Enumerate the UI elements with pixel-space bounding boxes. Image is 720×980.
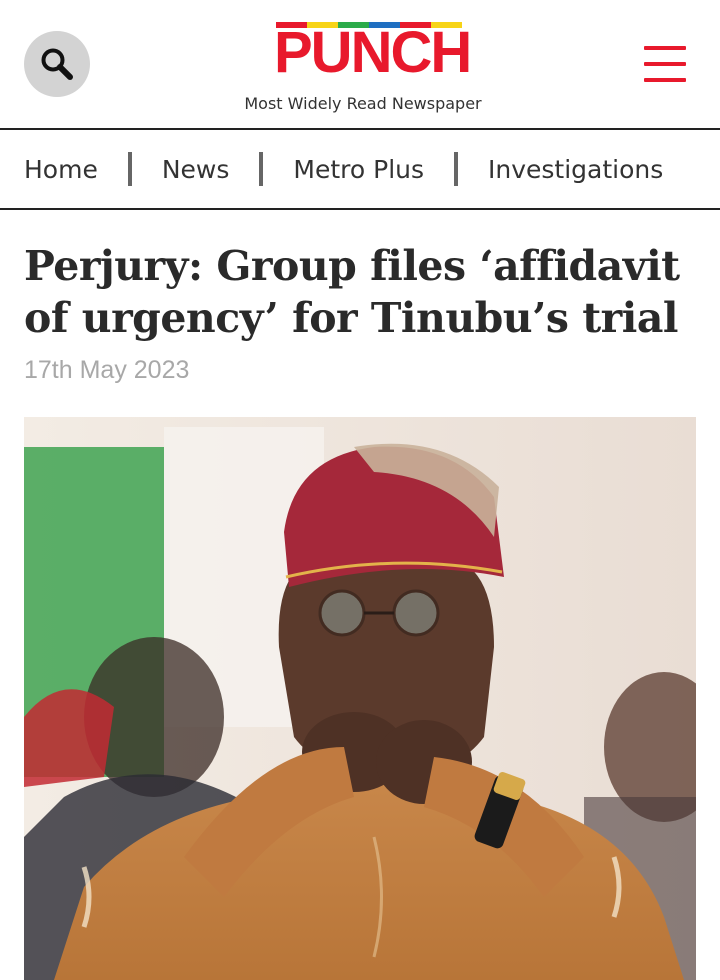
site-header: PUNCH Most Widely Read Newspaper [0,0,720,128]
search-button[interactable] [24,31,90,97]
nav-item-metro-plus[interactable]: Metro Plus [293,155,424,184]
nav-item-news[interactable]: News [162,155,230,184]
nav-separator [127,152,132,186]
site-tagline: Most Widely Read Newspaper [244,94,482,113]
hamburger-menu-icon [644,46,688,82]
article-title: Perjury: Group files ‘affidavit of urgen… [24,242,680,342]
main-nav: Home News Metro Plus Investigations [0,130,720,208]
nav-item-investigations[interactable]: Investigations [488,155,663,184]
nav-separator [259,152,264,186]
search-icon [41,48,73,80]
punch-logo[interactable]: PUNCH [274,20,472,85]
article-date: 17th May 2023 [24,356,190,384]
nav-item-home[interactable]: Home [24,155,98,184]
logo-wordmark: PUNCH [274,20,472,85]
nav-separator [454,152,459,186]
menu-button[interactable] [644,46,688,82]
article-featured-image[interactable] [24,417,696,980]
nav-divider [0,208,720,210]
